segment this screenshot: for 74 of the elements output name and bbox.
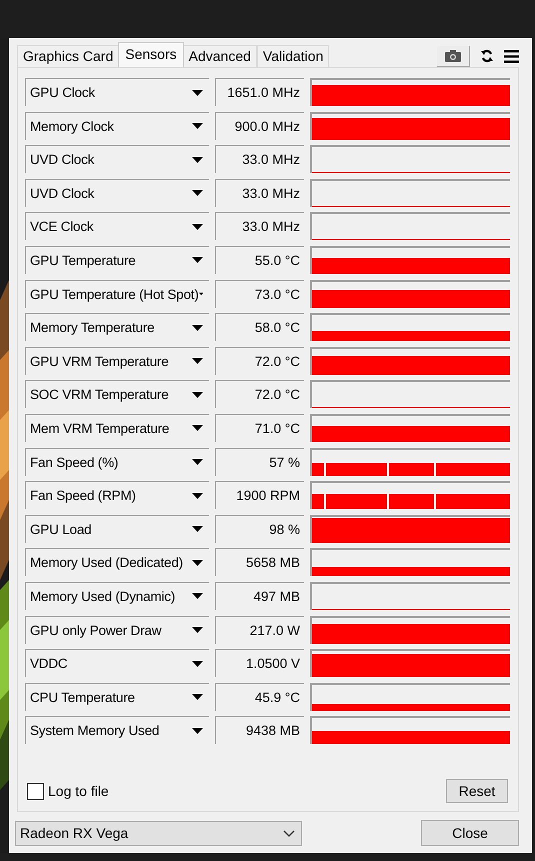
dropdown-arrow-icon <box>192 459 203 466</box>
tab[interactable]: Graphics Card <box>17 45 120 67</box>
tab[interactable]: Sensors <box>118 42 184 67</box>
dropdown-arrow-icon <box>192 560 203 566</box>
sensor-name-dropdown[interactable]: GPU Temperature <box>25 246 209 274</box>
dropdown-arrow-icon <box>192 224 203 230</box>
sensor-value: 33.0 MHz <box>215 178 304 207</box>
sensor-value: 55.0 °C <box>215 246 304 274</box>
sensor-value: 58.0 °C <box>215 313 304 342</box>
sensor-name-dropdown[interactable]: Memory Used (Dynamic) <box>25 582 209 610</box>
reset-button[interactable]: Reset <box>446 779 508 803</box>
tab[interactable]: Validation <box>256 45 330 67</box>
sensor-value: 73.0 °C <box>215 280 304 308</box>
dropdown-arrow-icon <box>192 257 203 264</box>
sensor-value: 497 MB <box>215 582 304 610</box>
dropdown-arrow-icon <box>192 392 203 398</box>
sensor-name-dropdown[interactable]: VDDC <box>25 649 209 678</box>
sensor-value: 217.0 W <box>215 616 304 644</box>
screenshot-button[interactable] <box>437 46 470 66</box>
sensor-value: 72.0 °C <box>215 346 304 375</box>
sensor-name-dropdown[interactable]: Memory Temperature <box>25 313 209 342</box>
sensor-name-dropdown[interactable]: Mem VRM Temperature <box>25 414 209 442</box>
sensor-value: 72.0 °C <box>215 380 304 408</box>
dropdown-arrow-icon <box>192 492 203 499</box>
sensor-value: 45.9 °C <box>215 682 304 711</box>
dropdown-arrow-icon <box>192 593 203 600</box>
sensor-value: 33.0 MHz <box>215 212 304 240</box>
sensor-value: 1651.0 MHz <box>215 78 304 106</box>
sensor-value: 900.0 MHz <box>215 112 304 140</box>
dropdown-arrow-icon <box>192 694 203 700</box>
dropdown-arrow-icon <box>192 358 203 364</box>
checkbox[interactable] <box>27 782 44 800</box>
dropdown-arrow-icon <box>192 627 203 633</box>
refresh-icon[interactable] <box>480 49 494 63</box>
sensor-value: 71.0 °C <box>215 414 304 442</box>
dropdown-arrow-icon <box>192 156 203 163</box>
sensor-name-dropdown[interactable]: VCE Clock <box>25 212 209 240</box>
sensor-value: 98 % <box>215 514 304 543</box>
sensor-name-dropdown[interactable]: SOC VRM Temperature <box>25 380 209 408</box>
sensor-name-dropdown[interactable]: UVD Clock <box>25 178 209 207</box>
menu-icon[interactable] <box>504 50 519 62</box>
log-to-file-checkbox[interactable]: Log to file <box>27 782 109 800</box>
close-button[interactable]: Close <box>421 820 519 846</box>
sensor-value: 1900 RPM <box>215 481 304 510</box>
sensor-name-dropdown[interactable]: Memory Clock <box>25 112 209 140</box>
dropdown-arrow-icon <box>192 425 203 432</box>
sensor-value: 5658 MB <box>215 548 304 576</box>
sensor-value: 57 % <box>215 448 304 476</box>
dropdown-arrow-icon <box>192 660 203 667</box>
sensor-name-dropdown[interactable]: UVD Clock <box>25 145 209 174</box>
sensor-name-dropdown[interactable]: Fan Speed (%) <box>25 448 209 476</box>
camera-icon <box>445 50 461 62</box>
chevron-down-icon <box>283 830 295 836</box>
sensor-name-dropdown[interactable]: GPU VRM Temperature <box>25 346 209 375</box>
sensor-name-dropdown[interactable]: System Memory Used <box>25 716 209 744</box>
sensor-name-dropdown[interactable]: Memory Used (Dedicated) <box>25 548 209 576</box>
dropdown-arrow-icon <box>192 90 203 96</box>
sensor-name-dropdown[interactable]: Fan Speed (RPM) <box>25 481 209 510</box>
dropdown-arrow-icon <box>192 324 203 331</box>
gpu-select-dropdown[interactable]: Radeon RX Vega <box>15 820 302 846</box>
sensor-name-dropdown[interactable]: GPU Temperature (Hot Spot) <box>25 280 209 308</box>
sensor-name-dropdown[interactable]: GPU Load <box>25 514 209 543</box>
dropdown-arrow-icon <box>192 526 203 532</box>
dropdown-arrow-icon <box>192 190 203 196</box>
sensor-name-dropdown[interactable]: CPU Temperature <box>25 682 209 711</box>
sensor-name-dropdown[interactable]: GPU Clock <box>25 78 209 106</box>
sensor-value: 9438 MB <box>215 716 304 744</box>
dropdown-arrow-icon <box>192 123 203 130</box>
sensor-value: 33.0 MHz <box>215 145 304 174</box>
tab[interactable]: Advanced <box>182 45 257 67</box>
sensor-name-dropdown[interactable]: GPU only Power Draw <box>25 616 209 644</box>
dropdown-arrow-icon <box>198 291 203 298</box>
sensor-value: 1.0500 V <box>215 649 304 678</box>
dropdown-arrow-icon <box>192 728 203 734</box>
